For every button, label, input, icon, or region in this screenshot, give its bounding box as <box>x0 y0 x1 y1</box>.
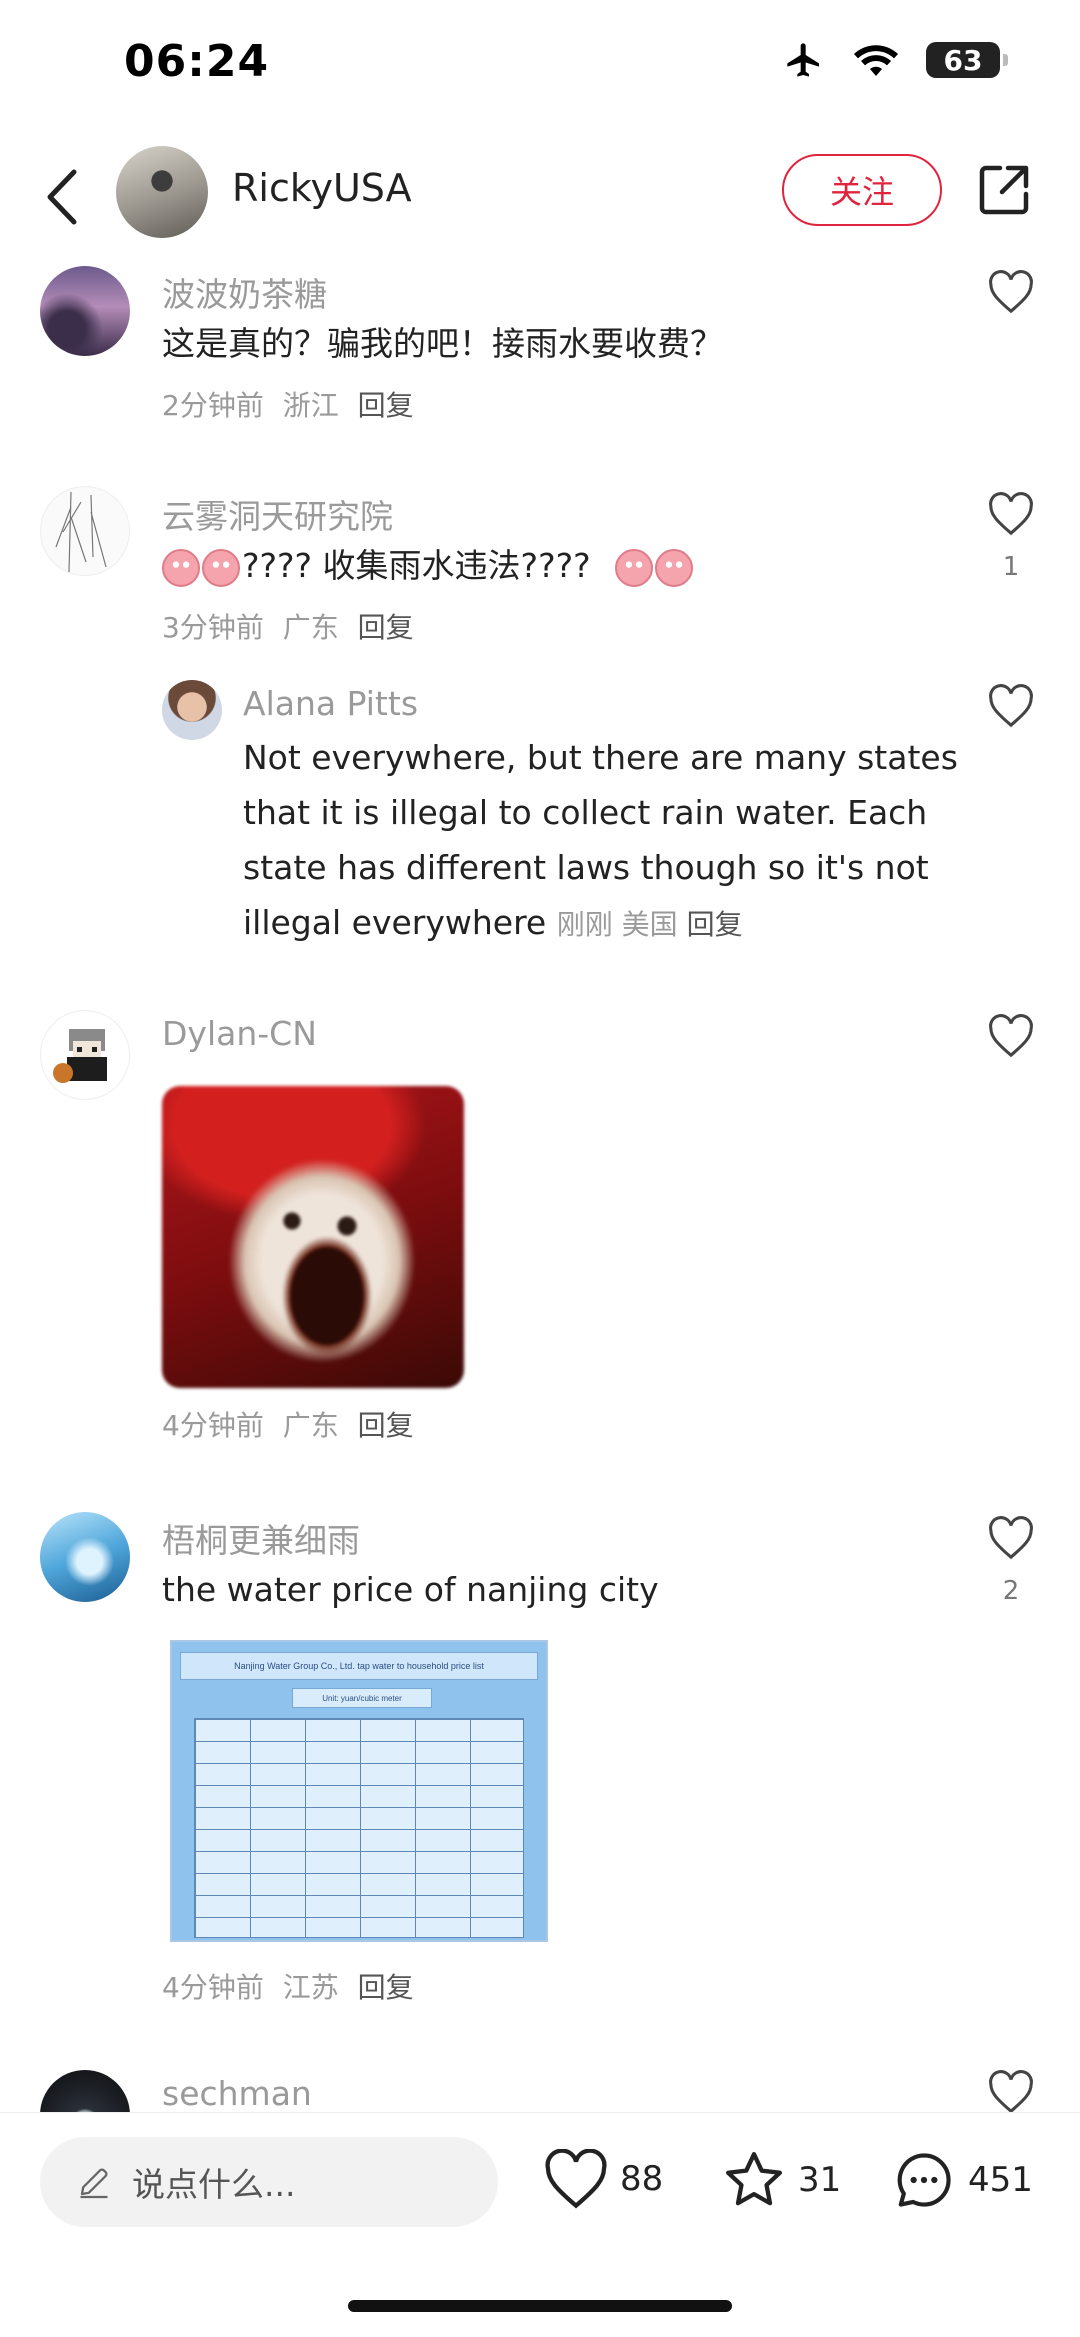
reply-button[interactable]: 回复 <box>687 908 743 941</box>
status-icons: 63 <box>782 40 1008 80</box>
comment-username[interactable]: 梧桐更兼细雨 <box>162 1514 360 1562</box>
pencil-icon <box>80 2168 108 2199</box>
reply-text-line: state has different laws though so it's … <box>243 848 929 887</box>
heart-icon[interactable] <box>988 2070 1034 2114</box>
comment-meta: 4分钟前 江苏 回复 <box>162 1966 414 2006</box>
reply-text: Not everywhere, but there are many state… <box>243 730 963 952</box>
comment-text: the water price of nanjing city <box>162 1570 659 1609</box>
reply-button[interactable]: 回复 <box>358 1971 414 2004</box>
comment-time: 4分钟前 <box>162 1409 264 1442</box>
comment-count: 451 <box>968 2160 1033 2200</box>
emoji-sticker-icon <box>615 548 654 587</box>
author-name[interactable]: RickyUSA <box>232 166 412 210</box>
avatar[interactable] <box>40 266 130 356</box>
comment-username[interactable]: Dylan-CN <box>162 1014 317 1053</box>
reply-button[interactable]: 回复 <box>358 611 414 644</box>
branches-icon <box>55 491 107 573</box>
star-count: 31 <box>798 2160 842 2200</box>
comment-time: 2分钟前 <box>162 389 264 422</box>
emoji-sticker-icon <box>202 548 240 587</box>
meme-image[interactable] <box>162 1086 464 1388</box>
comment-username[interactable]: 波波奶茶糖 <box>162 268 327 316</box>
like-action[interactable]: 88 <box>544 2149 663 2209</box>
comment-input-placeholder: 说点什么... <box>132 2165 296 2204</box>
comment-input[interactable]: 说点什么... <box>40 2137 498 2227</box>
reply-location: 美国 <box>621 908 678 941</box>
airplane-icon <box>787 43 819 77</box>
emoji-sticker-icon <box>655 548 694 587</box>
reply-username[interactable]: Alana Pitts <box>243 684 418 723</box>
table-image-grid <box>194 1718 524 1938</box>
comment-text: 这是真的？骗我的吧！接雨水要收费？ <box>162 324 723 363</box>
avatar[interactable] <box>162 680 222 740</box>
chat-bubble-icon <box>897 2153 951 2207</box>
reply-meta: 刚刚 美国 回复 <box>557 908 743 941</box>
battery-indicator: 63 <box>926 42 1008 78</box>
back-chevron-icon[interactable] <box>38 162 88 232</box>
reply-last-line: illegal everywhere 刚刚 美国 回复 <box>243 895 963 952</box>
author-avatar[interactable] <box>116 146 208 238</box>
comment-meta: 2分钟前 浙江 回复 <box>162 384 414 424</box>
comment-action[interactable]: 451 <box>892 2149 1033 2211</box>
share-icon[interactable] <box>976 162 1032 218</box>
table-image-title: Nanjing Water Group Co., Ltd. tap water … <box>180 1652 538 1680</box>
comment-text: ???? 收集雨水违法???? <box>162 538 695 593</box>
like-count: 88 <box>620 2159 664 2199</box>
heart-icon[interactable] <box>988 1516 1034 1560</box>
profile-header: RickyUSA 关注 <box>0 140 1080 250</box>
comment-meta: 4分钟前 广东 回复 <box>162 1404 414 1444</box>
comment-location: 广东 <box>282 611 339 644</box>
comment-location: 浙江 <box>282 389 339 422</box>
wifi-icon <box>854 45 898 76</box>
comment-username[interactable]: 云雾洞天研究院 <box>162 490 393 538</box>
like-count: 1 <box>1002 552 1020 582</box>
status-bar: 06:24 63 <box>0 0 1080 130</box>
heart-icon[interactable] <box>988 492 1034 536</box>
reply-button[interactable]: 回复 <box>358 1409 414 1442</box>
comment-location: 广东 <box>282 1409 339 1442</box>
reply-time: 刚刚 <box>556 908 613 941</box>
price-table-image[interactable]: Nanjing Water Group Co., Ltd. tap water … <box>170 1640 548 1942</box>
heart-icon[interactable] <box>988 270 1034 314</box>
follow-button[interactable]: 关注 <box>782 154 942 226</box>
heart-icon[interactable] <box>988 684 1034 728</box>
reply-text-line: illegal everywhere <box>243 903 547 942</box>
status-time: 06:24 <box>124 36 270 87</box>
avatar[interactable] <box>40 486 130 576</box>
pixel-character-icon <box>53 1029 107 1083</box>
comment-time: 3分钟前 <box>162 611 264 644</box>
collect-action[interactable]: 31 <box>722 2149 841 2211</box>
table-image-unit: Unit: yuan/cubic meter <box>292 1688 432 1708</box>
avatar[interactable] <box>40 1010 130 1100</box>
avatar[interactable] <box>40 1512 130 1602</box>
home-indicator[interactable] <box>348 2300 732 2312</box>
reply-text-line: Not everywhere, but there are many state… <box>243 738 958 777</box>
comment-meta: 3分钟前 广东 回复 <box>162 606 414 646</box>
like-count: 2 <box>1002 1576 1020 1606</box>
comment-time: 4分钟前 <box>162 1971 264 2004</box>
star-icon <box>726 2152 782 2206</box>
emoji-sticker-icon <box>162 548 200 587</box>
comment-location: 江苏 <box>282 1971 339 2004</box>
reply-text-line: that it is illegal to collect rain water… <box>243 793 928 832</box>
heart-icon[interactable] <box>988 1014 1034 1058</box>
comment-username[interactable]: sechman <box>162 2074 312 2113</box>
reply-button[interactable]: 回复 <box>358 389 414 422</box>
comment-text-body: ???? 收集雨水违法???? <box>242 546 591 585</box>
heart-icon <box>545 2149 607 2209</box>
